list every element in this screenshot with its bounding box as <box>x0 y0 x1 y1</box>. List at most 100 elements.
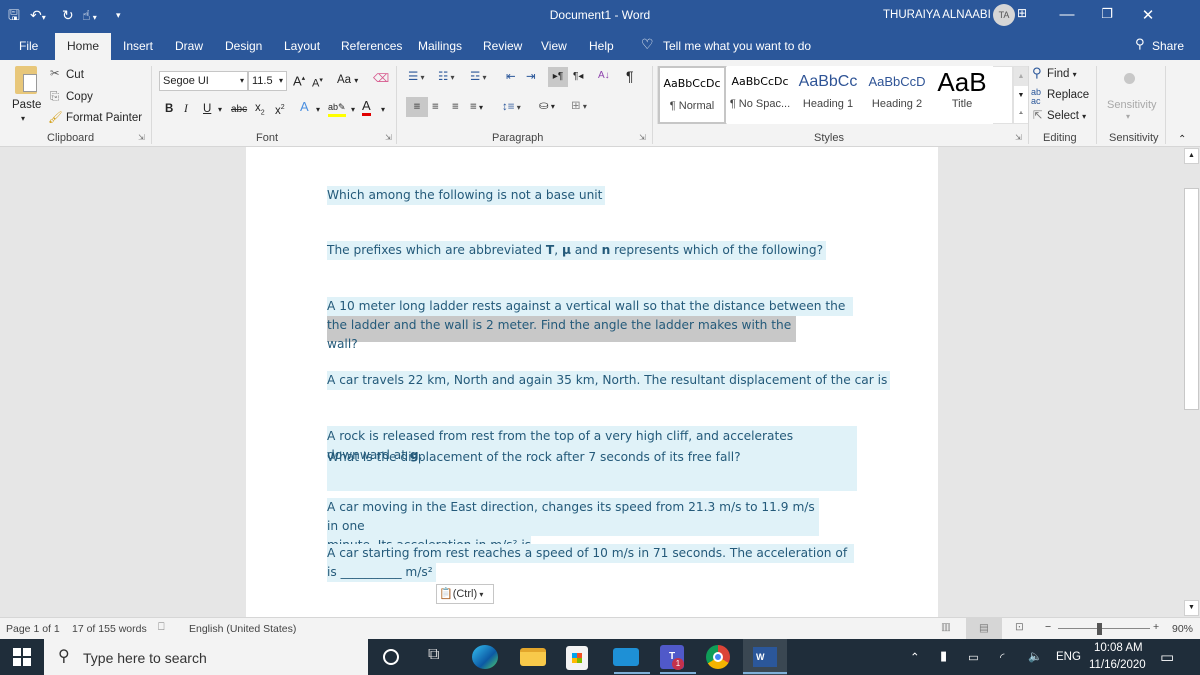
strikethrough-icon[interactable]: abc <box>231 103 247 117</box>
tab-insert[interactable]: Insert <box>123 39 153 53</box>
paste-icon[interactable] <box>15 66 37 94</box>
align-left-icon[interactable]: ≡ <box>406 97 428 117</box>
paragraph-question-2[interactable]: The prefixes which are abbreviated T, μ … <box>327 241 827 260</box>
scroll-up-icon[interactable]: ▲ <box>1184 148 1199 164</box>
paste-label[interactable]: Paste <box>12 98 41 112</box>
paragraph-question-3-line1[interactable]: A 10 meter long ladder rests against a v… <box>327 297 853 332</box>
clear-formatting-icon[interactable]: ⌫ <box>373 72 389 86</box>
shrink-font-icon[interactable]: A▾ <box>312 74 323 91</box>
select-button[interactable]: Select ▾ <box>1047 109 1086 124</box>
styles-launcher-icon[interactable]: ⇲ <box>1015 133 1022 142</box>
collapse-ribbon-icon[interactable]: ⌃ <box>1178 133 1186 147</box>
chevron-down-icon[interactable]: ▾ <box>351 103 355 117</box>
sensitivity-button[interactable]: Sensitivity <box>1107 98 1157 112</box>
scrollbar-thumb[interactable] <box>1184 188 1199 410</box>
tab-design[interactable]: Design <box>225 39 262 53</box>
text-effects-icon[interactable]: A <box>300 100 309 114</box>
sort-icon[interactable]: A↓ <box>598 69 610 83</box>
volume-icon[interactable]: 🔈 <box>1028 649 1042 663</box>
paragraph-question-4[interactable]: A car travels 22 km, North and again 35 … <box>327 371 891 390</box>
cut-button[interactable]: Cut <box>66 68 84 82</box>
windows-start-icon[interactable] <box>13 648 31 666</box>
microphone-icon[interactable]: ▮ <box>940 648 947 664</box>
cortana-icon[interactable] <box>383 649 399 665</box>
paragraph-question-5[interactable]: A rock is released from rest from the to… <box>327 426 857 491</box>
share-button[interactable]: Share <box>1152 39 1184 53</box>
language-status[interactable]: English (United States) <box>189 623 296 635</box>
highlight-icon[interactable]: ab✎ <box>328 100 346 117</box>
read-mode-icon[interactable]: ▥ <box>941 621 951 633</box>
borders-icon[interactable]: ⊞ ▾ <box>571 99 587 114</box>
underline-icon[interactable]: U <box>203 102 211 116</box>
zoom-in-button[interactable]: + <box>1153 621 1159 633</box>
tab-draw[interactable]: Draw <box>175 39 203 53</box>
italic-icon[interactable]: I <box>184 102 188 116</box>
bold-icon[interactable]: B <box>165 102 173 116</box>
find-button[interactable]: Find ▾ <box>1047 67 1077 82</box>
clipboard-launcher-icon[interactable]: ⇲ <box>138 133 145 142</box>
tab-view[interactable]: View <box>541 39 567 53</box>
vertical-scrollbar[interactable]: ▲ ▼ <box>1183 147 1200 617</box>
clock-time[interactable]: 10:08 AM <box>1094 642 1143 654</box>
tab-home[interactable]: Home <box>55 33 111 60</box>
proofing-icon[interactable]: ⎕ <box>158 621 165 634</box>
paste-dropdown-icon[interactable]: ▾ <box>21 112 25 126</box>
line-spacing-icon[interactable]: ↕≡ ▾ <box>502 100 521 115</box>
styles-scroll[interactable]: ▲ ▼ ⩡ <box>1013 66 1029 124</box>
paragraph-question-1[interactable]: Which among the following is not a base … <box>327 186 606 205</box>
paragraph-question-3-line2[interactable]: the ladder and the wall is 2 meter. Find… <box>327 316 796 351</box>
show-marks-icon[interactable]: ¶ <box>626 69 634 83</box>
zoom-slider-thumb[interactable] <box>1096 623 1102 635</box>
clock-date[interactable]: 11/16/2020 <box>1089 659 1146 671</box>
web-layout-icon[interactable]: ⊡ <box>1015 621 1024 633</box>
align-right-icon[interactable]: ≡ <box>452 100 459 114</box>
superscript-icon[interactable]: x2 <box>275 101 285 118</box>
tab-file[interactable]: File <box>19 39 38 53</box>
word-taskbar-button[interactable]: W <box>743 639 787 675</box>
paste-options-button[interactable]: 📋(Ctrl) ▾ <box>436 584 494 604</box>
align-center-icon[interactable]: ≡ <box>432 100 439 114</box>
tell-me-search[interactable]: Tell me what you want to do <box>663 39 811 53</box>
justify-icon[interactable]: ≡ ▾ <box>470 100 483 115</box>
action-center-icon[interactable]: ▭ <box>1160 648 1174 666</box>
font-launcher-icon[interactable]: ⇲ <box>385 133 392 142</box>
scroll-down-icon[interactable]: ▼ <box>1014 86 1028 105</box>
scroll-up-icon[interactable]: ▲ <box>1014 67 1028 86</box>
tab-layout[interactable]: Layout <box>284 39 320 53</box>
change-case-button[interactable]: Aa ▾ <box>337 73 358 88</box>
page-count[interactable]: Page 1 of 1 <box>6 623 60 635</box>
ribbon-display-icon[interactable]: ⊞ <box>1007 6 1037 20</box>
zoom-level[interactable]: 90% <box>1172 623 1193 635</box>
restore-icon[interactable]: ❐ <box>1092 6 1122 22</box>
style-heading-1[interactable]: AaBbCc Heading 1 <box>793 66 863 124</box>
word-count[interactable]: 17 of 155 words <box>72 623 147 635</box>
replace-button[interactable]: Replace <box>1047 88 1089 102</box>
font-size-combo[interactable]: 11.5 ▾ <box>248 71 287 91</box>
mail-icon[interactable] <box>613 648 639 666</box>
paragraph-question-6[interactable]: A car moving in the East direction, chan… <box>327 498 819 555</box>
more-styles-icon[interactable]: ⩡ <box>1014 105 1028 123</box>
subscript-icon[interactable]: x2 <box>255 101 265 120</box>
multilevel-list-icon[interactable]: ☲ ▾ <box>470 70 487 85</box>
ltr-text-direction-icon[interactable]: ▸¶ <box>548 67 568 87</box>
close-icon[interactable]: ✕ <box>1133 6 1163 24</box>
tab-mailings[interactable]: Mailings <box>418 39 462 53</box>
minimize-icon[interactable]: — <box>1052 6 1082 23</box>
increase-indent-icon[interactable]: ⇥ <box>526 70 536 84</box>
scroll-down-icon[interactable]: ▼ <box>1184 600 1199 616</box>
wifi-icon[interactable]: ◜ <box>1000 650 1004 664</box>
zoom-slider[interactable] <box>1058 628 1150 629</box>
chrome-icon[interactable] <box>706 645 730 669</box>
battery-icon[interactable]: ▭ <box>968 650 979 664</box>
user-name[interactable]: THURAIYA ALNAABI <box>883 9 991 21</box>
style-normal[interactable]: AaBbCcDc ¶ Normal <box>658 66 726 124</box>
numbering-icon[interactable]: ☷ ▾ <box>438 70 455 85</box>
input-language[interactable]: ENG <box>1056 651 1081 663</box>
font-name-combo[interactable]: Segoe UI ▾ <box>159 71 248 91</box>
chevron-down-icon[interactable]: ▾ <box>316 103 320 117</box>
font-color-icon[interactable]: A <box>362 99 371 116</box>
chevron-down-icon[interactable]: ▾ <box>381 103 385 117</box>
tab-help[interactable]: Help <box>589 39 614 53</box>
taskbar-search[interactable]: ⚲ Type here to search <box>44 639 368 675</box>
file-explorer-icon[interactable] <box>520 648 546 666</box>
